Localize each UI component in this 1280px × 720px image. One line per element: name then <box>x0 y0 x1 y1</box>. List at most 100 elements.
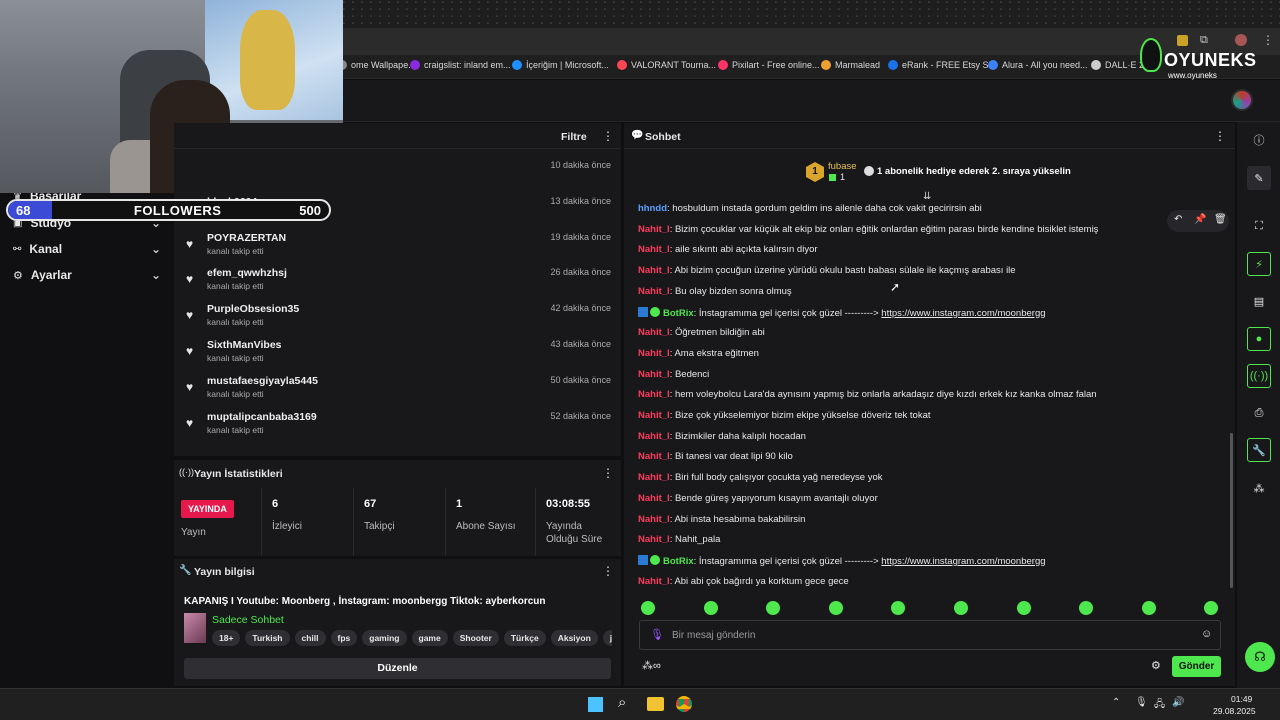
fullscreen-icon[interactable]: ⛶ <box>1247 214 1271 238</box>
chat-username[interactable]: Nahit_l <box>638 348 670 359</box>
follower-name[interactable]: POYRAZERTAN <box>207 232 286 244</box>
chat-username[interactable]: Nahit_l <box>638 514 670 525</box>
mic-icon[interactable]: 🎙 <box>650 628 664 641</box>
bookmark-item[interactable]: ome Wallpape... <box>337 60 416 70</box>
chat-username[interactable]: Nahit_l <box>638 389 670 400</box>
tag-chip[interactable]: gaming <box>362 630 407 646</box>
menu-icon[interactable]: ⋮ <box>1262 33 1274 47</box>
tag-chip[interactable]: chill <box>294 630 326 646</box>
send-button[interactable]: Gönder <box>1172 656 1221 677</box>
windows-start-icon[interactable] <box>588 697 603 712</box>
wrench-tool-icon[interactable]: 🔧 <box>1247 438 1271 462</box>
chat-username[interactable]: Nahit_l <box>638 369 670 380</box>
chat-link[interactable]: https://www.instagram.com/moonbergg <box>881 308 1045 319</box>
bookmark-item[interactable]: Alura - All you need... <box>988 60 1088 70</box>
chat-username[interactable]: Nahit_l <box>638 224 670 235</box>
bookmark-item[interactable]: Marmalead <box>821 60 880 70</box>
bookmark-item[interactable]: Pixilart - Free online... <box>718 60 820 70</box>
chat-username[interactable]: hhndd <box>638 203 667 214</box>
chat-username[interactable]: Nahit_l <box>638 327 670 338</box>
user-avatar[interactable] <box>1231 89 1253 111</box>
tag-chip[interactable]: fps <box>330 630 358 646</box>
emote-icon[interactable] <box>766 601 781 615</box>
emote-icon[interactable] <box>1204 601 1219 615</box>
tag-chip[interactable]: Aksiyon <box>550 630 598 646</box>
chat-username[interactable]: Nahit_l <box>638 493 670 504</box>
emote-icon[interactable] <box>1141 601 1156 615</box>
tray-chevron-icon[interactable]: ⌃ <box>1112 697 1120 708</box>
emote-icon[interactable] <box>1016 601 1031 615</box>
lightning-icon[interactable]: ⚡ <box>1247 252 1271 276</box>
chat-username[interactable]: BotRix <box>663 556 694 567</box>
bookmark-item[interactable]: VALORANT Tourna... <box>617 60 716 70</box>
edit-icon[interactable]: ✎ <box>1247 166 1271 190</box>
follower-name[interactable]: mustafaesgiyayla5445 <box>207 375 318 387</box>
more-icon[interactable]: ⋮ <box>1214 129 1226 143</box>
search-icon[interactable]: ⌕ <box>618 694 626 711</box>
scroll-down-icon[interactable]: ⇊ <box>923 191 931 202</box>
chat-username[interactable]: Nahit_l <box>638 265 670 276</box>
chat-username[interactable]: Nahit_l <box>638 472 670 483</box>
volume-icon[interactable]: 🔊 <box>1172 697 1184 708</box>
network-icon[interactable]: 🖧 <box>1154 697 1165 714</box>
chat-settings-icon[interactable]: ⚙ <box>1151 659 1161 672</box>
follower-name[interactable]: SixthManVibes <box>207 339 282 351</box>
bookmark-item[interactable]: eRank - FREE Etsy S... <box>888 60 996 70</box>
emote-icon[interactable] <box>954 601 968 615</box>
chat-username[interactable]: Nahit_l <box>638 244 670 255</box>
chat-username[interactable]: Nahit_l <box>638 286 670 297</box>
chat-username[interactable]: Nahit_l <box>638 534 670 545</box>
clock-time[interactable]: 01:49 <box>1231 694 1252 704</box>
tag-chip[interactable]: Türkçe <box>503 630 546 646</box>
info-icon[interactable]: ⓘ <box>1247 128 1271 152</box>
reply-icon[interactable]: ↶ <box>1174 214 1182 225</box>
more-icon[interactable]: ⋮ <box>602 564 614 578</box>
chat-input[interactable]: 🎙 Bir mesaj gönderin ☺ <box>639 620 1221 650</box>
support-button[interactable]: ☊ <box>1245 642 1275 672</box>
file-explorer-icon[interactable] <box>647 697 664 711</box>
chat-username[interactable]: Nahit_l <box>638 451 670 462</box>
emote-icon[interactable] <box>828 601 843 615</box>
tag-chip[interactable]: Turkish <box>245 630 290 646</box>
emote-icon[interactable] <box>703 601 718 615</box>
clock-date[interactable]: 29.08.2025 <box>1213 706 1256 716</box>
chat-username[interactable]: Nahit_l <box>638 410 670 421</box>
chat-bubble-icon[interactable]: ● <box>1247 327 1271 351</box>
notes-icon[interactable]: ▤ <box>1247 289 1271 313</box>
emote-icon[interactable] <box>1079 601 1094 615</box>
bookmark-item[interactable]: İçeriğim | Microsoft... <box>512 60 609 70</box>
follower-name[interactable]: muptalipcanbaba3169 <box>207 411 317 423</box>
chat-username[interactable]: Nahit_l <box>638 431 670 442</box>
edit-button[interactable]: Düzenle <box>184 658 611 679</box>
delete-icon[interactable]: 🗑 <box>1214 214 1227 225</box>
broadcast-icon[interactable]: ((·)) <box>1247 364 1271 388</box>
tag-chip[interactable]: justchatting <box>602 630 612 646</box>
chrome-icon[interactable] <box>676 696 692 712</box>
pin-icon[interactable]: 📌 <box>1194 214 1206 225</box>
chat-link[interactable]: https://www.instagram.com/moonbergg <box>881 556 1045 567</box>
tag-chip[interactable]: game <box>411 630 448 646</box>
points-icon[interactable]: ⁂∞ <box>642 659 661 672</box>
more-icon[interactable]: ⋮ <box>602 129 614 143</box>
chat-scrollbar[interactable] <box>1230 433 1233 588</box>
chat-username[interactable]: Nahit_l <box>638 576 670 587</box>
bookmark-item[interactable]: craigslist: inland em... <box>410 60 511 70</box>
category-name[interactable]: Sadece Sohbet <box>212 614 284 626</box>
emoji-icon[interactable]: ☺ <box>1201 628 1212 640</box>
more-icon[interactable]: ⋮ <box>602 466 614 480</box>
printer-icon[interactable]: ⎙ <box>1247 401 1271 425</box>
follower-name[interactable]: PurpleObsesion35 <box>207 303 299 315</box>
mic-tray-icon[interactable]: 🎙 <box>1135 697 1148 708</box>
chat-username[interactable]: BotRix <box>663 308 694 319</box>
tag-chip[interactable]: Shooter <box>452 630 499 646</box>
apps-icon[interactable]: ⁂ <box>1247 476 1271 500</box>
bookmark-item[interactable]: DALL·E 2 <box>1091 60 1144 70</box>
sidebar-item-settings[interactable]: ⚙ Ayarlar ⌄ <box>13 268 161 282</box>
tag-chip[interactable]: 18+ <box>212 630 241 646</box>
filter-button[interactable]: Filtre <box>561 131 587 143</box>
follower-name[interactable]: efem_qwwhzhsj <box>207 267 287 279</box>
emote-icon[interactable] <box>641 601 655 615</box>
pinned-user[interactable]: fubase <box>828 161 857 172</box>
emote-icon[interactable] <box>891 601 906 615</box>
sidebar-item-channel[interactable]: ⚯ Kanal ⌄ <box>13 242 161 256</box>
